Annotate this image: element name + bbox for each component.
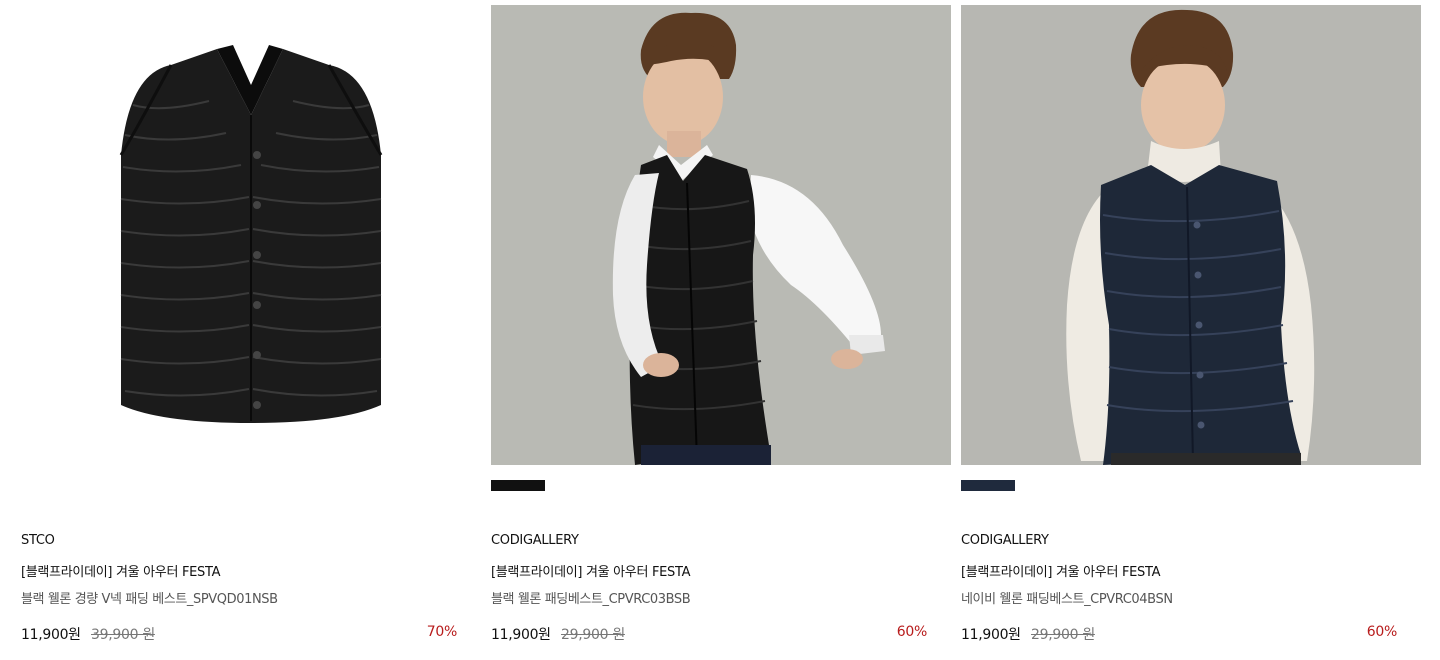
color-swatch[interactable]: [961, 480, 1015, 491]
discount-rate: 60%: [896, 624, 928, 640]
product-card[interactable]: STCO [블랙프라이데이] 겨울 아우터 FESTA 블랙 웰론 경량 V넥 …: [21, 0, 481, 660]
product-image[interactable]: [491, 5, 951, 465]
price-row: 11,900원 29,900 원 60%: [961, 624, 1397, 644]
sale-price: 11,900원: [491, 627, 551, 643]
model-black-vest-image: [491, 5, 951, 465]
promo-title[interactable]: [블랙프라이데이] 겨울 아우터 FESTA: [21, 561, 221, 580]
color-swatch[interactable]: [491, 480, 545, 491]
product-card[interactable]: CODIGALLERY [블랙프라이데이] 겨울 아우터 FESTA 네이비 웰…: [961, 0, 1421, 660]
product-image[interactable]: [21, 5, 481, 465]
product-grid: STCO [블랙프라이데이] 겨울 아우터 FESTA 블랙 웰론 경량 V넥 …: [0, 0, 1440, 660]
vest-flatlay-image: [21, 5, 481, 465]
brand-name: CODIGALLERY: [491, 533, 579, 548]
original-price: 29,900 원: [561, 627, 625, 643]
price-row: 11,900원 39,900 원 70%: [21, 624, 457, 644]
price-row: 11,900원 29,900 원 60%: [491, 624, 927, 644]
product-card[interactable]: CODIGALLERY [블랙프라이데이] 겨울 아우터 FESTA 블랙 웰론…: [491, 0, 951, 660]
discount-rate: 70%: [426, 624, 458, 640]
model-navy-vest-image: [961, 5, 1421, 465]
discount-rate: 60%: [1366, 624, 1398, 640]
sale-price: 11,900원: [961, 627, 1021, 643]
product-name[interactable]: 블랙 웰론 경량 V넥 패딩 베스트_SPVQD01NSB: [21, 588, 278, 607]
original-price: 39,900 원: [91, 627, 155, 643]
product-name[interactable]: 블랙 웰론 패딩베스트_CPVRC03BSB: [491, 588, 691, 607]
sale-price: 11,900원: [21, 627, 81, 643]
original-price: 29,900 원: [1031, 627, 1095, 643]
brand-name: CODIGALLERY: [961, 533, 1049, 548]
promo-title[interactable]: [블랙프라이데이] 겨울 아우터 FESTA: [491, 561, 691, 580]
product-image[interactable]: [961, 5, 1421, 465]
product-name[interactable]: 네이비 웰론 패딩베스트_CPVRC04BSN: [961, 588, 1173, 607]
promo-title[interactable]: [블랙프라이데이] 겨울 아우터 FESTA: [961, 561, 1161, 580]
brand-name: STCO: [21, 533, 55, 548]
